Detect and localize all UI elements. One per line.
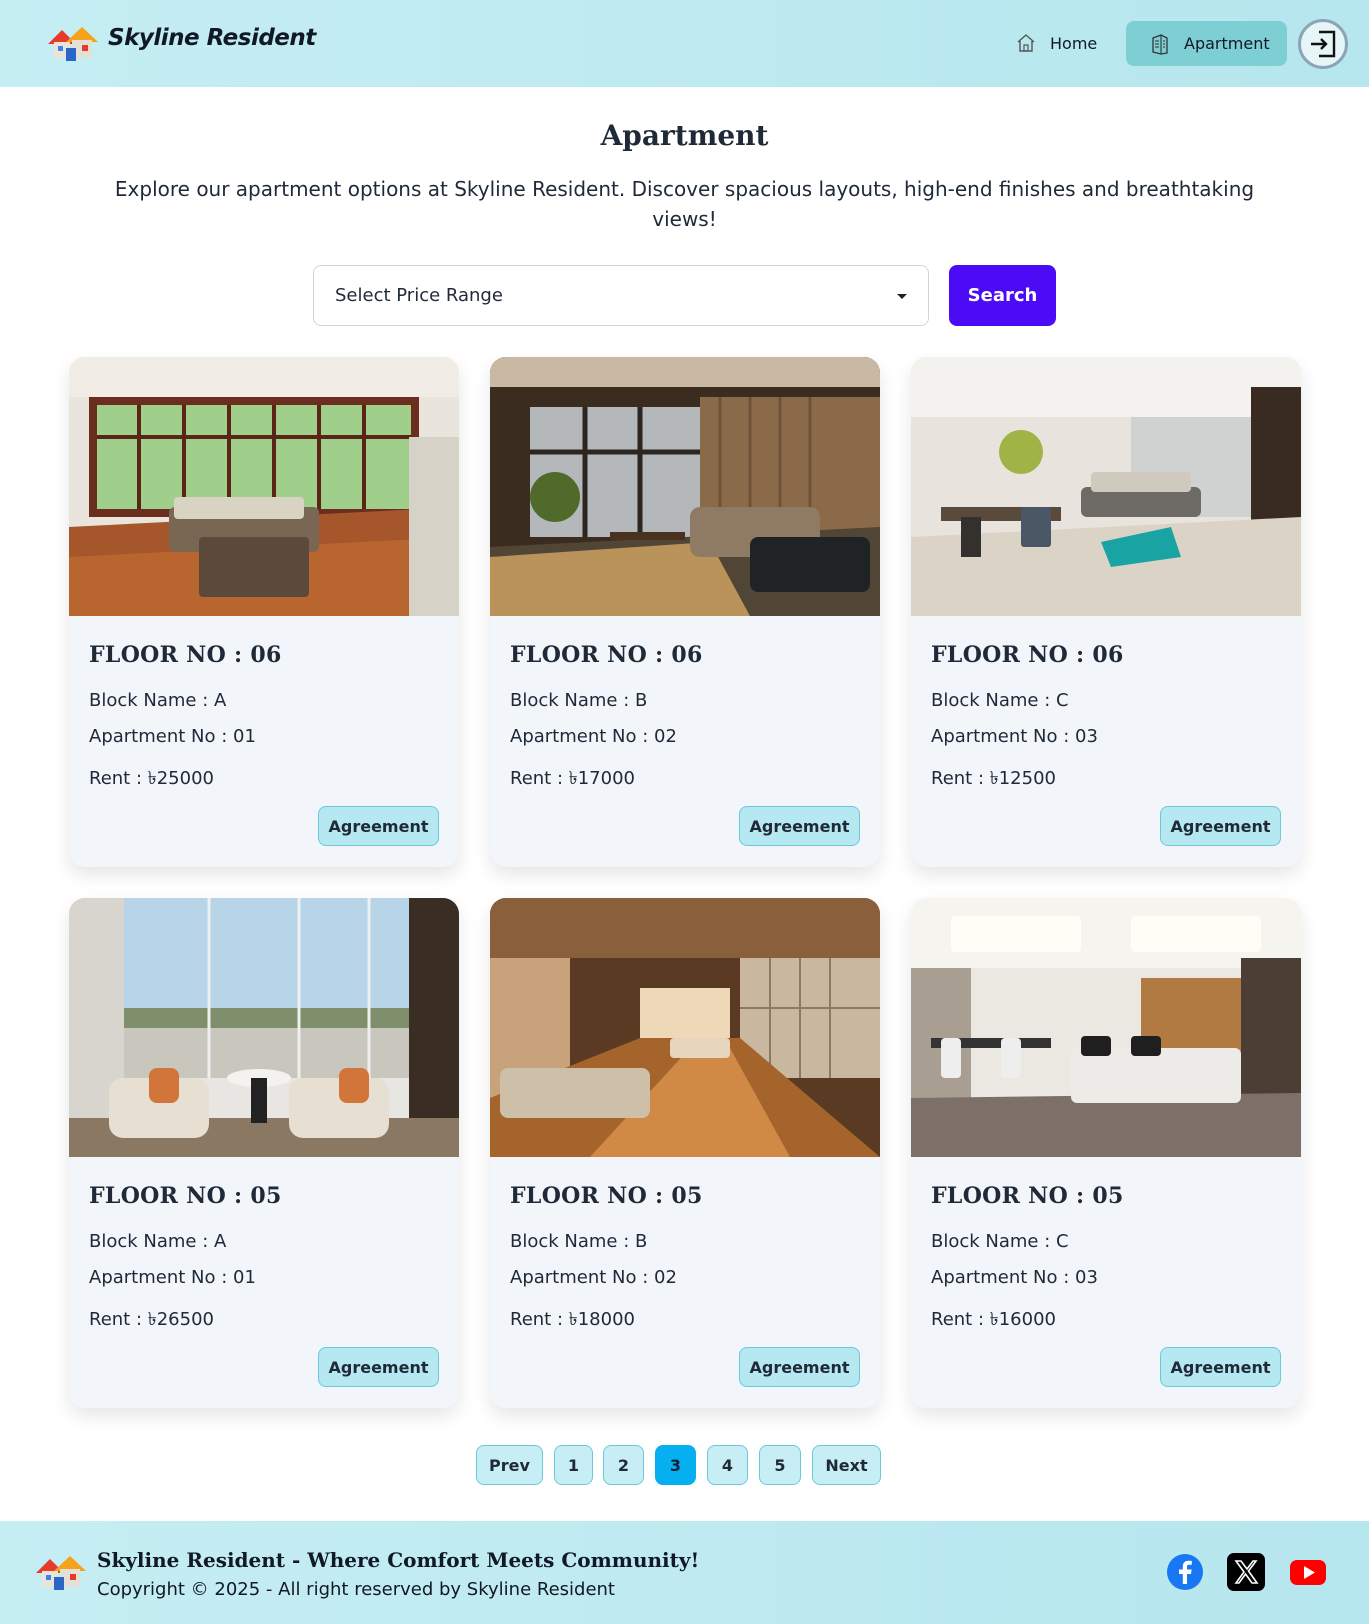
floor-number: FLOOR NO : 06 [89, 642, 282, 668]
rent-label: Rent : [89, 768, 148, 789]
rent-value: ৳17000 [568, 768, 635, 789]
apartment-photo [69, 898, 459, 1157]
agreement-button[interactable]: Agreement [1160, 806, 1281, 846]
agreement-button[interactable]: Agreement [1160, 1347, 1281, 1387]
page-button-5[interactable]: 5 [759, 1445, 801, 1485]
apartment-number: Apartment No : 03 [931, 1267, 1098, 1288]
apartment-card: FLOOR NO : 05 Block Name : A Apartment N… [69, 898, 459, 1408]
brand-name[interactable]: Skyline Resident [108, 25, 316, 51]
footer-copyright: Copyright © 2025 - All right reserved by… [97, 1579, 615, 1600]
apartment-card: FLOOR NO : 05 Block Name : C Apartment N… [911, 898, 1301, 1408]
apartment-card: FLOOR NO : 06 Block Name : B Apartment N… [490, 357, 880, 867]
rent-value: ৳12500 [989, 768, 1056, 789]
agreement-button[interactable]: Agreement [739, 1347, 860, 1387]
search-button[interactable]: Search [949, 265, 1056, 326]
rent: Rent : ৳16000 [931, 1305, 1056, 1336]
block-name: Block Name : B [510, 690, 648, 711]
logout-icon [1311, 30, 1336, 58]
apartment-number: Apartment No : 02 [510, 726, 677, 747]
agreement-button[interactable]: Agreement [318, 806, 439, 846]
apartment-number: Apartment No : 01 [89, 726, 256, 747]
footer: Skyline Resident - Where Comfort Meets C… [0, 1521, 1369, 1624]
apartment-number: Apartment No : 02 [510, 1267, 677, 1288]
page-title: Apartment [600, 119, 769, 152]
rent-label: Rent : [510, 1309, 569, 1330]
apartment-card: FLOOR NO : 06 Block Name : C Apartment N… [911, 357, 1301, 867]
logout-button[interactable] [1298, 19, 1348, 69]
apartment-photo [69, 357, 459, 616]
block-name: Block Name : A [89, 1231, 227, 1252]
nav-apartment-label: Apartment [1184, 34, 1270, 53]
nav-home-label: Home [1050, 33, 1098, 53]
block-name: Block Name : C [931, 690, 1069, 711]
house-logo-icon[interactable] [46, 24, 98, 62]
floor-number: FLOOR NO : 05 [89, 1183, 282, 1209]
block-name: Block Name : B [510, 1231, 648, 1252]
floor-number: FLOOR NO : 06 [931, 642, 1124, 668]
home-icon [1017, 34, 1035, 52]
nav-home[interactable]: Home [1004, 26, 1109, 60]
rent-label: Rent : [931, 1309, 990, 1330]
x-icon[interactable] [1227, 1553, 1265, 1591]
building-icon [1152, 33, 1168, 55]
rent-value: ৳25000 [147, 768, 214, 789]
house-logo-icon [36, 1556, 86, 1590]
apartment-photo [911, 898, 1301, 1157]
nav-apartment[interactable]: Apartment [1126, 21, 1287, 66]
price-range-select[interactable]: Select Price Range [313, 265, 929, 326]
facebook-icon[interactable] [1166, 1553, 1204, 1591]
rent-value: ৳18000 [568, 1309, 635, 1330]
rent: Rent : ৳25000 [89, 764, 214, 795]
rent-label: Rent : [510, 768, 569, 789]
rent: Rent : ৳12500 [931, 764, 1056, 795]
page-description: Explore our apartment options at Skyline… [114, 177, 1255, 231]
footer-tagline: Skyline Resident - Where Comfort Meets C… [97, 1548, 700, 1572]
rent-value: ৳16000 [989, 1309, 1056, 1330]
agreement-button[interactable]: Agreement [318, 1347, 439, 1387]
page-button-2[interactable]: 2 [603, 1445, 644, 1485]
rent-label: Rent : [931, 768, 990, 789]
rent: Rent : ৳26500 [89, 1305, 214, 1336]
block-name: Block Name : A [89, 690, 227, 711]
apartment-number: Apartment No : 01 [89, 1267, 256, 1288]
apartment-card: FLOOR NO : 06 Block Name : A Apartment N… [69, 357, 459, 867]
rent: Rent : ৳18000 [510, 1305, 635, 1336]
next-page-button[interactable]: Next [812, 1445, 881, 1485]
block-name: Block Name : C [931, 1231, 1069, 1252]
top-navbar: Skyline Resident Home Apartment [0, 0, 1369, 87]
floor-number: FLOOR NO : 05 [931, 1183, 1124, 1209]
apartment-photo [490, 898, 880, 1157]
prev-page-button[interactable]: Prev [476, 1445, 543, 1485]
apartment-card: FLOOR NO : 05 Block Name : B Apartment N… [490, 898, 880, 1408]
youtube-icon[interactable] [1289, 1553, 1327, 1591]
page-button-1[interactable]: 1 [554, 1445, 593, 1485]
floor-number: FLOOR NO : 06 [510, 642, 703, 668]
agreement-button[interactable]: Agreement [739, 806, 860, 846]
page-button-3-active[interactable]: 3 [655, 1445, 696, 1485]
apartment-photo [490, 357, 880, 616]
caret-down-icon [897, 294, 907, 299]
page-button-4[interactable]: 4 [707, 1445, 748, 1485]
rent-value: ৳26500 [147, 1309, 214, 1330]
price-range-value: Select Price Range [335, 285, 503, 306]
floor-number: FLOOR NO : 05 [510, 1183, 703, 1209]
apartment-number: Apartment No : 03 [931, 726, 1098, 747]
rent: Rent : ৳17000 [510, 764, 635, 795]
rent-label: Rent : [89, 1309, 148, 1330]
apartment-photo [911, 357, 1301, 616]
